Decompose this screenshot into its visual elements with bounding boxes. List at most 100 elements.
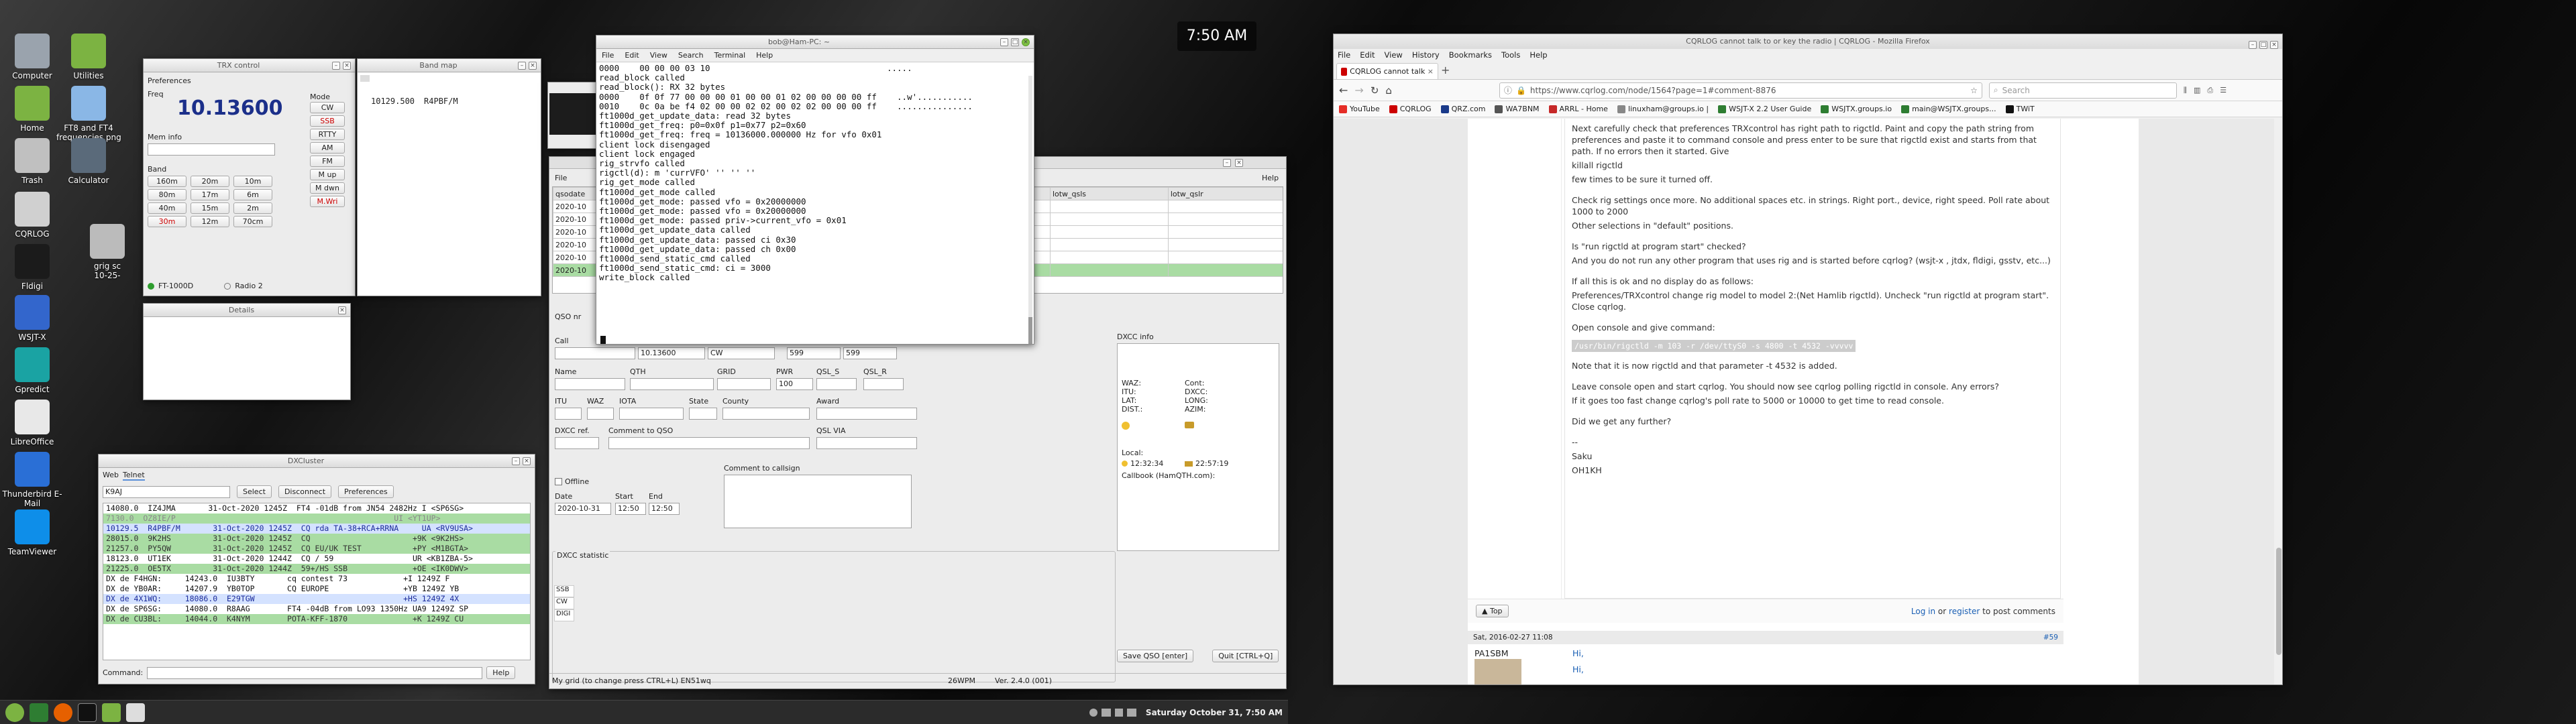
dx-spot-row[interactable]: DX de SP6SG: 14080.0 R8AAG FT4 -04dB fro…: [103, 604, 530, 614]
grid-input[interactable]: [717, 378, 771, 390]
rst-received-input[interactable]: 599: [843, 347, 897, 359]
pwr-input[interactable]: 100: [776, 378, 813, 390]
date-input[interactable]: 2020-10-31: [555, 503, 611, 515]
band-12m-button[interactable]: 12m: [191, 216, 229, 227]
bookmark-item[interactable]: YouTube: [1339, 105, 1380, 113]
dx-spot-row[interactable]: DX de F4HGN: 14243.0 IU3BTY cq contest 7…: [103, 574, 530, 584]
dx-spot-row[interactable]: DX de 4X1WQ: 18086.0 E29TGW +HS 1249Z 4X: [103, 594, 530, 604]
app-menu-icon[interactable]: ☰: [2220, 86, 2226, 95]
cqrlog-taskbar-icon[interactable]: [126, 703, 145, 722]
terminal-menu-terminal[interactable]: Terminal: [714, 51, 746, 60]
minimize-icon[interactable]: –: [2249, 41, 2257, 49]
band-20m-button[interactable]: 20m: [191, 176, 229, 187]
maximize-icon[interactable]: □: [1011, 38, 1019, 46]
dx-spot-row[interactable]: 14080.0 IZ4JMA 31-Oct-2020 1245Z FT4 -01…: [103, 503, 530, 514]
minimize-icon[interactable]: –: [512, 457, 520, 465]
desktop-icon-fldigi[interactable]: Fldigi: [0, 244, 64, 291]
command-input[interactable]: [147, 666, 483, 679]
county-input[interactable]: [722, 408, 810, 420]
desktop-icon-cqrlog[interactable]: CQRLOG: [0, 192, 64, 239]
band-2m-button[interactable]: 2m: [233, 202, 272, 214]
menu-file[interactable]: File: [1338, 50, 1350, 61]
url-bar[interactable]: ⓘ 🔒 https://www.cqrlog.com/node/1564?pag…: [1499, 82, 1982, 99]
files-icon[interactable]: [102, 703, 121, 722]
mode-am-button[interactable]: AM: [310, 142, 345, 154]
dx-spot-row[interactable]: DX de YB0AR: 14207.9 YB0TOP CQ EUROPE +Y…: [103, 584, 530, 594]
desktop-icon-thunderbird[interactable]: Thunderbird E-Mail: [0, 452, 64, 508]
iota-select[interactable]: [619, 408, 684, 420]
dxcc-ref-input[interactable]: [555, 437, 599, 449]
desktop-icon-home-folder[interactable]: Home: [0, 86, 64, 133]
desktop-icon-libreoffice[interactable]: LibreOffice: [0, 400, 64, 446]
menu-view[interactable]: View: [1385, 50, 1403, 61]
close-icon[interactable]: ×: [2270, 41, 2278, 49]
dx-spot-row[interactable]: 28015.0 9K2HS 31-Oct-2020 1245Z CQ +9K <…: [103, 534, 530, 544]
comment-qso-input[interactable]: [608, 437, 810, 449]
band-15m-button[interactable]: 15m: [191, 202, 229, 214]
dx-spot-row[interactable]: 21257.0 PY5QW 31-Oct-2020 1245Z CQ EU/UK…: [103, 544, 530, 554]
new-tab-icon[interactable]: +: [1441, 64, 1450, 76]
close-icon[interactable]: ×: [529, 61, 537, 70]
comment-user[interactable]: PA1SBM: [1474, 648, 1509, 658]
dx-spot-row[interactable]: 10129.5 R4PBF/M 31-Oct-2020 1245Z CQ rda…: [103, 524, 530, 534]
terminal-icon[interactable]: [78, 703, 97, 722]
waz-input[interactable]: [587, 408, 614, 420]
mode-m-up-button[interactable]: M up: [310, 169, 345, 180]
comment-number[interactable]: #59: [2043, 634, 2058, 642]
desktop-icon-folder[interactable]: Utilities: [56, 34, 121, 80]
terminal-menu-file[interactable]: File: [602, 51, 614, 60]
band-160m-button[interactable]: 160m: [148, 176, 186, 187]
terminal-menu-edit[interactable]: Edit: [625, 51, 639, 60]
terminal-menu-help[interactable]: Help: [756, 51, 773, 60]
bookmark-item[interactable]: main@WSJTX.groups...: [1901, 105, 1996, 113]
end-input[interactable]: 12:50: [649, 503, 680, 515]
desktop-icon-teamviewer[interactable]: TeamViewer: [0, 509, 64, 556]
desktop-icon-calculator[interactable]: Calculator: [56, 138, 121, 185]
close-icon[interactable]: ×: [338, 306, 346, 314]
column-header[interactable]: lotw_qsls: [1049, 187, 1169, 200]
spot-list[interactable]: 14080.0 IZ4JMA 31-Oct-2020 1245Z FT4 -01…: [103, 503, 531, 660]
quit-button[interactable]: Quit [CTRL+Q]: [1212, 650, 1279, 662]
band-30m-button[interactable]: 30m: [148, 216, 186, 227]
disconnect-button[interactable]: Disconnect: [278, 485, 332, 498]
bookmark-item[interactable]: CQRLOG: [1389, 105, 1432, 113]
close-icon[interactable]: ×: [1235, 159, 1243, 167]
qsl-r-select[interactable]: [863, 378, 904, 390]
firefox-icon[interactable]: [54, 703, 72, 722]
radio-2-radio[interactable]: [224, 282, 231, 290]
dx-spot-row[interactable]: 21225.0 OE5TX 31-Oct-2020 1244Z 59+/HS S…: [103, 564, 530, 574]
name-input[interactable]: [555, 378, 625, 390]
band-40m-button[interactable]: 40m: [148, 202, 186, 214]
desktop-icon-file[interactable]: grig sc 10-25-: [75, 224, 140, 280]
bookmark-item[interactable]: WSJT-X 2.2 User Guide: [1718, 105, 1811, 113]
dx-call-input[interactable]: K9AJ: [103, 485, 230, 498]
help-button[interactable]: Help: [486, 666, 516, 679]
band-10m-button[interactable]: 10m: [233, 176, 272, 187]
desktop-icon-wsjtx[interactable]: WSJT-X: [0, 295, 64, 342]
mode-cw-button[interactable]: CW: [310, 102, 345, 113]
volume-icon[interactable]: [1114, 708, 1123, 717]
state-input[interactable]: [689, 408, 717, 420]
minimize-icon[interactable]: –: [332, 61, 340, 70]
desktop-icon-image-file[interactable]: FT8 and FT4 frequencies.png: [56, 86, 121, 142]
desktop-icon-trash[interactable]: Trash: [0, 138, 64, 185]
maximize-icon[interactable]: □: [2259, 41, 2267, 49]
bookmark-item[interactable]: WSJTX.groups.io: [1821, 105, 1892, 113]
bookmark-item[interactable]: linuxham@groups.io |: [1617, 105, 1709, 113]
mem-info-field[interactable]: [148, 143, 275, 156]
page-scrollbar[interactable]: [2274, 119, 2282, 684]
save-qso-button[interactable]: Save QSO [enter]: [1117, 650, 1194, 662]
band-17m-button[interactable]: 17m: [191, 189, 229, 200]
tab-telnet[interactable]: Telnet: [122, 471, 145, 481]
qso-mode-select[interactable]: CW: [708, 347, 775, 359]
close-icon[interactable]: ×: [523, 457, 531, 465]
minimize-icon[interactable]: –: [518, 61, 526, 70]
rst-sent-input[interactable]: 599: [787, 347, 841, 359]
print-icon[interactable]: ⎙: [2207, 86, 2213, 95]
reload-icon[interactable]: ↻: [1371, 84, 1379, 97]
qth-input[interactable]: [630, 378, 714, 390]
mode-ssb-button[interactable]: SSB: [310, 115, 345, 127]
dx-spot-row[interactable]: 18123.0 UT1EK 31-Oct-2020 1244Z CQ / 59 …: [103, 554, 530, 564]
select-button[interactable]: Select: [237, 485, 272, 498]
mode-fm-button[interactable]: FM: [310, 156, 345, 167]
